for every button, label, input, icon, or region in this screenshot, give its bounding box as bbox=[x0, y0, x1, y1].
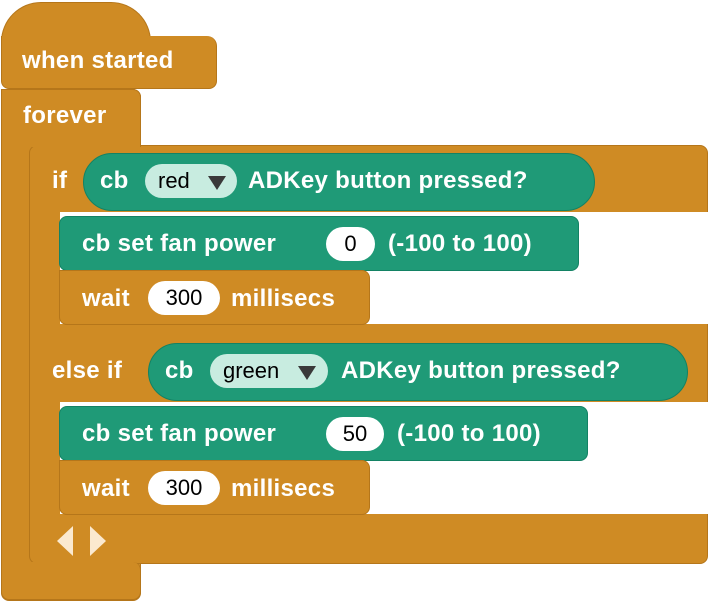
forever-bottom-slot bbox=[141, 564, 710, 603]
wait1-suffix: millisecs bbox=[231, 285, 336, 312]
condition-red-pressed[interactable]: cb red ADKey button pressed? bbox=[83, 153, 595, 211]
color-dropdown-red[interactable]: red bbox=[145, 164, 237, 198]
cond1-suffix: ADKey button pressed? bbox=[248, 167, 528, 194]
cmd1-prefix: cb set fan power bbox=[82, 230, 277, 257]
wait2-suffix: millisecs bbox=[231, 475, 336, 502]
forever-bottom-bar[interactable] bbox=[1, 562, 141, 600]
wait2-prefix: wait bbox=[82, 475, 130, 502]
wait-block-2[interactable]: wait 300 millisecs bbox=[59, 460, 370, 515]
fan-power-input-2[interactable]: 50 bbox=[326, 417, 384, 451]
wait1-prefix: wait bbox=[82, 285, 130, 312]
condition-green-pressed[interactable]: cb green ADKey button pressed? bbox=[148, 343, 688, 401]
forever-top-bar[interactable]: forever bbox=[1, 89, 141, 147]
when-started-label: when started bbox=[22, 47, 174, 74]
cond2-prefix: cb bbox=[165, 357, 194, 384]
chevron-down-icon bbox=[208, 176, 226, 190]
when-started-block[interactable]: when started bbox=[1, 36, 217, 89]
cmd2-prefix: cb set fan power bbox=[82, 420, 277, 447]
cmd2-suffix: (-100 to 100) bbox=[397, 420, 541, 447]
forever-body-slot bbox=[141, 89, 710, 145]
arrow-right-icon[interactable] bbox=[90, 526, 106, 556]
else-if-label: else if bbox=[52, 357, 123, 384]
cond1-prefix: cb bbox=[100, 167, 129, 194]
color-dropdown-green[interactable]: green bbox=[210, 354, 328, 388]
cmd1-suffix: (-100 to 100) bbox=[388, 230, 532, 257]
chevron-down-icon bbox=[298, 366, 316, 380]
wait-millis-input-2[interactable]: 300 bbox=[148, 471, 220, 505]
fan-power-input-1[interactable]: 0 bbox=[326, 227, 375, 261]
if-label: if bbox=[52, 167, 68, 194]
wait-millis-input-1[interactable]: 300 bbox=[148, 281, 220, 315]
forever-top-label: forever bbox=[23, 102, 107, 129]
cond2-suffix: ADKey button pressed? bbox=[341, 357, 621, 384]
color-dropdown-green-value: green bbox=[223, 358, 280, 383]
color-dropdown-red-value: red bbox=[158, 168, 190, 193]
set-fan-power-block-1[interactable]: cb set fan power 0 (-100 to 100) bbox=[59, 216, 579, 271]
arrow-left-icon[interactable] bbox=[57, 526, 73, 556]
set-fan-power-block-2[interactable]: cb set fan power 50 (-100 to 100) bbox=[59, 406, 588, 461]
wait-block-1[interactable]: wait 300 millisecs bbox=[59, 270, 370, 325]
